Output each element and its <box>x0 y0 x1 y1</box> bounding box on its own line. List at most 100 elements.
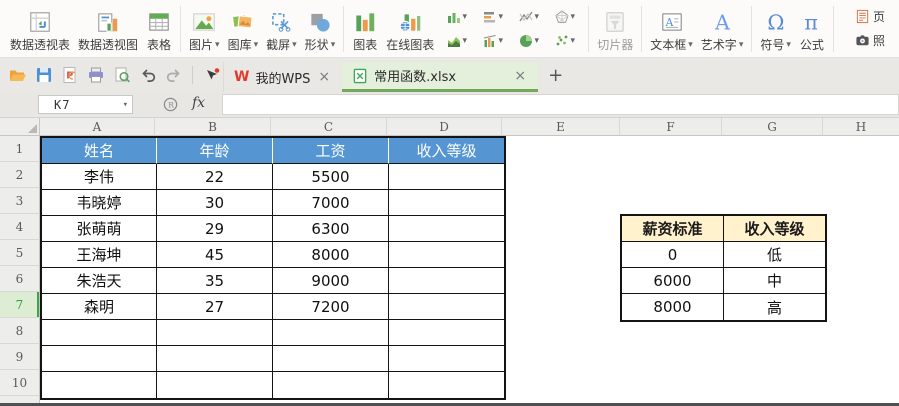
cell-D9[interactable] <box>389 346 504 372</box>
cell-A8[interactable] <box>42 320 157 346</box>
cell-G7[interactable]: 高 <box>724 294 825 320</box>
print-preview-icon[interactable] <box>112 66 131 85</box>
column-header-E[interactable]: E <box>502 118 620 136</box>
export-pdf-icon[interactable]: P <box>60 66 79 85</box>
mini-chart-line-button[interactable]: ▾ <box>512 6 546 28</box>
cell-B2[interactable]: 22 <box>157 164 273 190</box>
pivot-chart-button[interactable]: 数据透视图 <box>74 3 142 55</box>
row-header-2[interactable]: 2 <box>0 162 40 188</box>
wordart-button[interactable]: A 艺术字▾ <box>697 3 748 55</box>
cell-A6[interactable]: 朱浩天 <box>42 268 157 294</box>
cell-B7[interactable]: 27 <box>157 294 273 320</box>
cell-A9[interactable] <box>42 346 157 372</box>
chevron-down-icon[interactable]: ▾ <box>123 100 132 110</box>
mini-chart-bar-button[interactable]: ▾ <box>476 6 510 28</box>
column-header-H[interactable]: H <box>823 118 899 136</box>
cell-F4[interactable]: 薪资标准 <box>622 216 724 242</box>
cell-A3[interactable]: 韦晓婷 <box>42 190 157 216</box>
formula-input[interactable] <box>222 94 899 115</box>
chart-button[interactable]: 图表 <box>348 3 382 55</box>
cell-F6[interactable]: 6000 <box>622 268 724 294</box>
column-header-G[interactable]: G <box>722 118 823 136</box>
cell-C7[interactable]: 7200 <box>273 294 389 320</box>
online-chart-button[interactable]: 在线图表 <box>382 3 438 55</box>
column-header-C[interactable]: C <box>271 118 387 136</box>
column-header-F[interactable]: F <box>620 118 722 136</box>
cell-B8[interactable] <box>157 320 273 346</box>
camera-button[interactable]: 照 <box>855 32 899 49</box>
close-icon[interactable]: × <box>512 68 528 84</box>
cell-C10[interactable] <box>273 372 389 398</box>
cell-D10[interactable] <box>389 372 504 398</box>
row-header-5[interactable]: 5 <box>0 240 40 266</box>
header-footer-button[interactable]: 页 <box>855 8 899 25</box>
close-icon[interactable]: × <box>316 69 332 85</box>
new-tab-button[interactable]: + <box>538 65 573 86</box>
print-icon[interactable] <box>86 66 105 85</box>
cell-G6[interactable]: 中 <box>724 268 825 294</box>
table-button[interactable]: 表格 <box>142 3 176 55</box>
column-header-A[interactable]: A <box>40 118 155 136</box>
mini-chart-combo-button[interactable]: ▾ <box>476 30 510 52</box>
cell-G4[interactable]: 收入等级 <box>724 216 825 242</box>
cell-B5[interactable]: 45 <box>157 242 273 268</box>
picture-button[interactable]: 图片▾ <box>185 3 224 55</box>
cell-C1[interactable]: 工资 <box>273 138 389 164</box>
cell-D2[interactable] <box>389 164 504 190</box>
tab-document[interactable]: 常用函数.xlsx × <box>342 62 538 92</box>
cell-B3[interactable]: 30 <box>157 190 273 216</box>
cell-D6[interactable] <box>389 268 504 294</box>
cell-D1[interactable]: 收入等级 <box>389 138 504 164</box>
undo-icon[interactable] <box>138 66 157 85</box>
cell-C8[interactable] <box>273 320 389 346</box>
cell-C9[interactable] <box>273 346 389 372</box>
screenshot-button[interactable]: 截屏▾ <box>262 3 301 55</box>
insert-function-button[interactable]: fx <box>192 95 205 111</box>
cell-A1[interactable]: 姓名 <box>42 138 157 164</box>
cell-D8[interactable] <box>389 320 504 346</box>
cell-C6[interactable]: 9000 <box>273 268 389 294</box>
tab-wps-home[interactable]: W 我的WPS × <box>223 62 342 92</box>
cell-F7[interactable]: 8000 <box>622 294 724 320</box>
symbol-button[interactable]: Ω 符号▾ <box>756 3 795 55</box>
cell-F5[interactable]: 0 <box>622 242 724 268</box>
save-icon[interactable] <box>34 66 53 85</box>
cell-A2[interactable]: 李伟 <box>42 164 157 190</box>
cell-B1[interactable]: 年龄 <box>157 138 273 164</box>
cell-B9[interactable] <box>157 346 273 372</box>
cell-A5[interactable]: 王海坤 <box>42 242 157 268</box>
shapes-button[interactable]: 形状▾ <box>301 3 340 55</box>
formula-button[interactable]: π 公式 <box>795 3 829 55</box>
mini-chart-radar-button[interactable]: ▾ <box>548 6 582 28</box>
cell-D5[interactable] <box>389 242 504 268</box>
cell-D3[interactable] <box>389 190 504 216</box>
mini-chart-pie-button[interactable]: ▾ <box>512 30 546 52</box>
lookup-icon[interactable]: R <box>162 96 179 117</box>
cell-C5[interactable]: 8000 <box>273 242 389 268</box>
row-header-3[interactable]: 3 <box>0 188 40 214</box>
cell-A4[interactable]: 张萌萌 <box>42 216 157 242</box>
pivot-table-button[interactable]: 数据透视表 <box>6 3 74 55</box>
select-all-corner[interactable] <box>0 118 40 136</box>
name-box[interactable]: K7 ▾ <box>38 95 133 114</box>
cell-A10[interactable] <box>42 372 157 398</box>
cell-D7[interactable] <box>389 294 504 320</box>
customize-pointer-icon[interactable] <box>202 66 221 85</box>
textbox-button[interactable]: A 文本框▾ <box>646 3 697 55</box>
cell-C4[interactable]: 6300 <box>273 216 389 242</box>
row-header-9[interactable]: 9 <box>0 344 40 370</box>
row-header-10[interactable]: 10 <box>0 370 40 396</box>
cell-B4[interactable]: 29 <box>157 216 273 242</box>
row-header-4[interactable]: 4 <box>0 214 40 240</box>
cell-B6[interactable]: 35 <box>157 268 273 294</box>
gallery-button[interactable]: 图库▾ <box>224 3 263 55</box>
cell-B10[interactable] <box>157 372 273 398</box>
redo-icon[interactable] <box>164 66 183 85</box>
row-header-1[interactable]: 1 <box>0 136 40 162</box>
open-folder-icon[interactable] <box>8 66 27 85</box>
row-header-7-selected[interactable]: 7 <box>0 292 40 318</box>
column-header-D[interactable]: D <box>387 118 502 136</box>
mini-chart-column-button[interactable]: ▾ <box>440 6 474 28</box>
cell-A7[interactable]: 森明 <box>42 294 157 320</box>
mini-chart-area-button[interactable]: ▾ <box>440 30 474 52</box>
